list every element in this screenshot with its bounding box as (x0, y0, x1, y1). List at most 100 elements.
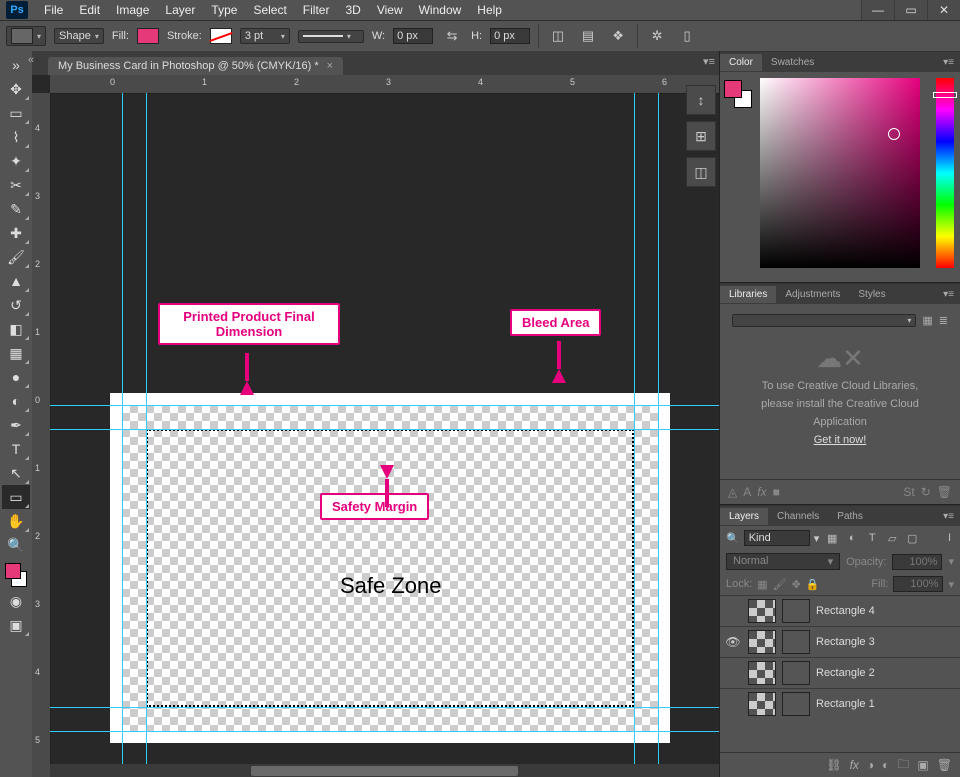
healing-brush-tool[interactable]: ✚ (2, 221, 30, 245)
tool-preset-dropdown[interactable]: ▾ (6, 26, 46, 46)
panel-menu-icon[interactable]: ▾≡ (937, 289, 960, 300)
quick-mask-icon[interactable]: ◉ (2, 589, 30, 613)
ruler-panel-icon[interactable]: ◫ (686, 157, 716, 187)
maximize-button[interactable]: ▭ (894, 0, 927, 20)
new-layer-icon[interactable]: ▣ (917, 758, 928, 772)
panel-menu-icon[interactable]: ▾≡ (703, 55, 715, 68)
layer-name[interactable]: Rectangle 1 (816, 698, 875, 710)
collapse-panels-icon[interactable]: « (28, 54, 34, 66)
history-panel-icon[interactable]: ↕ (686, 85, 716, 115)
layer-mask-thumbnail[interactable] (782, 661, 810, 685)
lock-all-icon[interactable]: 🔒 (806, 578, 820, 591)
lock-transparent-icon[interactable]: ▦ (757, 578, 767, 591)
color-fg-bg-swatches[interactable] (724, 80, 752, 108)
layer-mask-thumbnail[interactable] (782, 692, 810, 716)
grid-view-icon[interactable]: ▦ (922, 314, 932, 327)
path-operations-icon[interactable]: ◫ (547, 25, 569, 47)
libraries-sync-icon[interactable]: ↻ (921, 485, 931, 499)
history-brush-tool[interactable]: ↺ (2, 293, 30, 317)
vertical-ruler[interactable]: 4 3 2 1 0 1 2 3 4 5 (32, 93, 51, 777)
visibility-toggle-icon[interactable]: 👁 (724, 635, 742, 649)
guide[interactable] (50, 731, 719, 732)
menu-layer[interactable]: Layer (157, 1, 203, 19)
filter-adjustment-icon[interactable]: ◐ (843, 529, 861, 547)
tab-styles[interactable]: Styles (849, 286, 894, 303)
layer-thumbnail[interactable] (748, 599, 776, 623)
rectangle-tool[interactable]: ▭ (2, 485, 30, 509)
blend-mode-dropdown[interactable]: Normal▾ (726, 553, 840, 570)
layer-name[interactable]: Rectangle 3 (816, 636, 875, 648)
path-arrangement-icon[interactable]: ❖ (607, 25, 629, 47)
layer-mask-thumbnail[interactable] (782, 599, 810, 623)
layer-style-icon[interactable]: fx (850, 758, 859, 772)
adjustment-layer-icon[interactable]: ◐ (882, 758, 889, 772)
layer-row[interactable]: Rectangle 2 (720, 657, 960, 688)
brush-tool[interactable]: 🖌 (2, 245, 30, 269)
tab-libraries[interactable]: Libraries (720, 286, 776, 303)
width-input[interactable]: 0 px (393, 28, 433, 44)
menu-select[interactable]: Select (245, 1, 294, 19)
align-edges-icon[interactable]: ▯ (676, 25, 698, 47)
properties-panel-icon[interactable]: ⊞ (686, 121, 716, 151)
delete-layer-icon[interactable]: 🗑 (937, 758, 952, 772)
layer-name[interactable]: Rectangle 2 (816, 667, 875, 679)
menu-3d[interactable]: 3D (337, 1, 368, 19)
blur-tool[interactable]: ● (2, 365, 30, 389)
dodge-tool[interactable]: ◐ (2, 389, 30, 413)
clone-stamp-tool[interactable]: ▲ (2, 269, 30, 293)
guide[interactable] (634, 93, 635, 777)
guide[interactable] (146, 93, 147, 777)
tab-adjustments[interactable]: Adjustments (776, 286, 849, 303)
add-character-style-icon[interactable]: A (743, 485, 751, 499)
filter-pixel-icon[interactable]: ▦ (823, 529, 841, 547)
shape-settings-icon[interactable]: ✲ (646, 25, 668, 47)
add-color-icon[interactable]: ■ (773, 485, 780, 499)
document-tab[interactable]: My Business Card in Photoshop @ 50% (CMY… (48, 57, 343, 75)
layer-row[interactable]: Rectangle 1 (720, 688, 960, 719)
layer-thumbnail[interactable] (748, 692, 776, 716)
opacity-input[interactable]: 100% (892, 554, 942, 570)
gradient-tool[interactable]: ▦ (2, 341, 30, 365)
hue-slider[interactable] (936, 78, 954, 268)
eraser-tool[interactable]: ◧ (2, 317, 30, 341)
path-selection-tool[interactable]: ↖ (2, 461, 30, 485)
close-button[interactable]: ✕ (927, 0, 960, 20)
stock-icon[interactable]: St (903, 485, 914, 499)
add-layer-style-icon[interactable]: fx (757, 485, 766, 499)
tab-swatches[interactable]: Swatches (762, 54, 823, 71)
menu-window[interactable]: Window (411, 1, 470, 19)
stroke-size-dropdown[interactable]: 3 pt▾ (240, 28, 290, 44)
marquee-tool[interactable]: ▭ (2, 101, 30, 125)
tab-paths[interactable]: Paths (828, 508, 872, 525)
layer-filter-input[interactable] (744, 530, 810, 546)
zoom-tool[interactable]: 🔍 (2, 533, 30, 557)
menu-edit[interactable]: Edit (71, 1, 108, 19)
pen-tool[interactable]: ✒ (2, 413, 30, 437)
menu-file[interactable]: File (36, 1, 71, 19)
tab-layers[interactable]: Layers (720, 508, 768, 525)
lock-image-icon[interactable]: 🖌 (773, 578, 787, 591)
guide[interactable] (50, 405, 719, 406)
layer-row[interactable]: 👁 Rectangle 3 (720, 626, 960, 657)
menu-filter[interactable]: Filter (295, 1, 338, 19)
type-tool[interactable]: T (2, 437, 30, 461)
shape-mode-dropdown[interactable]: Shape▾ (54, 28, 104, 44)
delete-icon[interactable]: 🗑 (937, 485, 952, 499)
eyedropper-tool[interactable]: ✎ (2, 197, 30, 221)
lasso-tool[interactable]: ⌇ (2, 125, 30, 149)
guide[interactable] (122, 93, 123, 777)
height-input[interactable]: 0 px (490, 28, 530, 44)
horizontal-ruler[interactable]: 0 1 2 3 4 5 6 (50, 75, 719, 94)
lock-position-icon[interactable]: ✥ (792, 578, 801, 591)
list-view-icon[interactable]: ≣ (939, 314, 948, 327)
minimize-button[interactable]: — (861, 0, 894, 20)
group-layers-icon[interactable]: 🗀 (897, 755, 909, 776)
filter-shape-icon[interactable]: ▱ (883, 529, 901, 547)
layer-row[interactable]: Rectangle 4 (720, 595, 960, 626)
menu-image[interactable]: Image (108, 1, 157, 19)
panel-menu-icon[interactable]: ▾≡ (937, 511, 960, 522)
path-alignment-icon[interactable]: ▤ (577, 25, 599, 47)
canvas[interactable]: Printed Product Final Dimension Bleed Ar… (50, 93, 719, 777)
horizontal-scrollbar[interactable] (50, 764, 719, 777)
link-dimensions-icon[interactable]: ⇆ (441, 25, 463, 47)
